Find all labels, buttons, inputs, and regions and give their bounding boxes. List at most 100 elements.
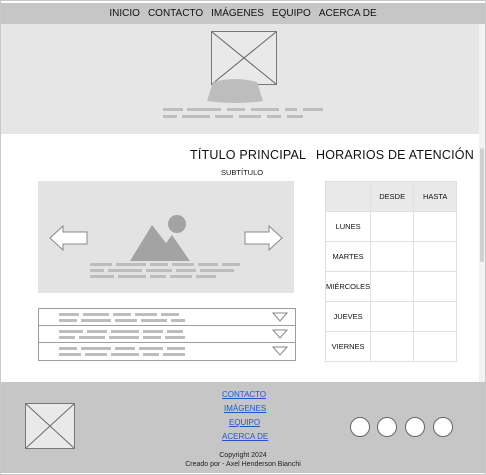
accordion-text-line xyxy=(59,353,81,356)
table-row: MIÉRCOLES xyxy=(324,271,458,302)
triangle-down-icon[interactable] xyxy=(272,312,288,322)
table-cell xyxy=(413,241,458,272)
image-icon xyxy=(130,215,190,261)
triangle-down-icon[interactable] xyxy=(272,346,288,356)
carousel-text-line xyxy=(146,269,172,272)
hero-text-line xyxy=(163,108,183,111)
carousel-text-line xyxy=(90,269,104,272)
table-cell xyxy=(413,211,458,242)
table-header-row: DESDE HASTA xyxy=(324,181,458,212)
hero-text-line xyxy=(187,108,221,111)
accordion-item[interactable] xyxy=(38,342,296,361)
table-row: MARTES xyxy=(324,241,458,272)
accordion-text-line xyxy=(113,313,131,316)
footer-link-contacto[interactable]: CONTACTO xyxy=(222,390,266,399)
hero-text-line xyxy=(239,115,261,118)
accordion-text-line xyxy=(115,347,135,350)
nav-acerca-de[interactable]: ACERCA DE xyxy=(319,8,377,19)
accordion-text-line xyxy=(167,330,183,333)
main-subtitle: SUBTÍTULO xyxy=(221,168,264,177)
hero-text-line xyxy=(182,115,210,118)
circle-icon[interactable] xyxy=(433,417,453,437)
arrow-right-icon[interactable] xyxy=(243,225,283,251)
accordion-text-line xyxy=(59,319,77,322)
accordion-text-line xyxy=(59,330,83,333)
table-cell xyxy=(370,301,415,332)
accordion-text-line xyxy=(171,319,185,322)
table-cell xyxy=(370,211,415,242)
hours-table: DESDE HASTA LUNES MARTES MIÉRCOLES JUEVE… xyxy=(324,181,458,362)
hero-banner xyxy=(1,24,485,134)
accordion-text-line xyxy=(59,347,77,350)
carousel-text-line xyxy=(222,263,240,266)
image-placeholder-icon xyxy=(25,403,75,449)
table-cell xyxy=(370,331,415,362)
hero-text-line xyxy=(227,108,245,111)
accordion-text-line xyxy=(83,313,109,316)
carousel-text-line xyxy=(176,269,196,272)
carousel-text-line xyxy=(90,275,114,278)
carousel-text-line xyxy=(172,263,194,266)
accordion-text-line xyxy=(165,336,185,339)
hero-text-line xyxy=(163,115,177,118)
table-row: LUNES xyxy=(324,211,458,242)
day-label: MIÉRCOLES xyxy=(324,271,372,302)
carousel-text-line xyxy=(108,269,142,272)
hours-title: HORARIOS DE ATENCIÓN xyxy=(316,148,474,162)
table-cell xyxy=(370,271,415,302)
hero-text-line xyxy=(287,115,303,118)
carousel-text-line xyxy=(198,263,218,266)
accordion-text-line xyxy=(143,353,159,356)
day-label: MARTES xyxy=(324,241,372,272)
table-cell xyxy=(413,331,458,362)
hero-pedestal-shape xyxy=(207,79,263,103)
nav-contacto[interactable]: CONTACTO xyxy=(148,8,203,19)
accordion-text-line xyxy=(81,319,111,322)
accordion-text-line xyxy=(143,336,161,339)
accordion-text-line xyxy=(163,353,185,356)
accordion-text-line xyxy=(161,313,179,316)
accordion-text-line xyxy=(79,336,105,339)
table-cell xyxy=(413,301,458,332)
circle-icon[interactable] xyxy=(350,417,370,437)
circle-icon[interactable] xyxy=(405,417,425,437)
carousel-text-line xyxy=(90,263,112,266)
hero-text-line xyxy=(251,108,279,111)
accordion-text-line xyxy=(59,313,79,316)
circle-icon[interactable] xyxy=(377,417,397,437)
day-label: VIERNES xyxy=(324,331,372,362)
carousel-text-line xyxy=(150,263,168,266)
hero-text-line xyxy=(267,115,281,118)
table-header-hasta: HASTA xyxy=(413,181,458,212)
scrollbar-thumb[interactable] xyxy=(480,148,484,262)
table-cell xyxy=(370,241,415,272)
nav-equipo[interactable]: EQUIPO xyxy=(272,8,311,19)
footer-link-acerca-de[interactable]: ACERCA DE xyxy=(222,432,268,441)
nav-imagenes[interactable]: IMÁGENES xyxy=(211,8,264,19)
accordion-text-line xyxy=(167,347,185,350)
table-cell xyxy=(413,271,458,302)
accordion-text-line xyxy=(143,330,163,333)
carousel-text-line xyxy=(116,263,146,266)
triangle-down-icon[interactable] xyxy=(272,329,288,339)
carousel-text-line xyxy=(118,275,146,278)
table-header-desde: DESDE xyxy=(370,181,415,212)
credit-text: Creado por - Axel Henderson Bianchi xyxy=(185,461,301,468)
accordion-text-line xyxy=(141,319,167,322)
table-row: JUEVES xyxy=(324,301,458,332)
accordion-text-line xyxy=(85,353,107,356)
carousel-text-line xyxy=(196,275,216,278)
day-label: LUNES xyxy=(324,211,372,242)
nav-inicio[interactable]: INICIO xyxy=(109,8,140,19)
image-placeholder-icon xyxy=(211,31,277,85)
carousel-text-line xyxy=(150,275,166,278)
hero-text-line xyxy=(285,108,297,111)
image-carousel xyxy=(38,181,294,293)
footer-link-equipo[interactable]: EQUIPO xyxy=(229,418,260,427)
accordion-text-line xyxy=(87,330,107,333)
hero-text-line xyxy=(215,115,233,118)
carousel-text-line xyxy=(170,275,192,278)
table-header-cell xyxy=(324,181,372,212)
footer-link-imagenes[interactable]: IMÁGENES xyxy=(224,404,266,413)
arrow-left-icon[interactable] xyxy=(49,225,89,251)
